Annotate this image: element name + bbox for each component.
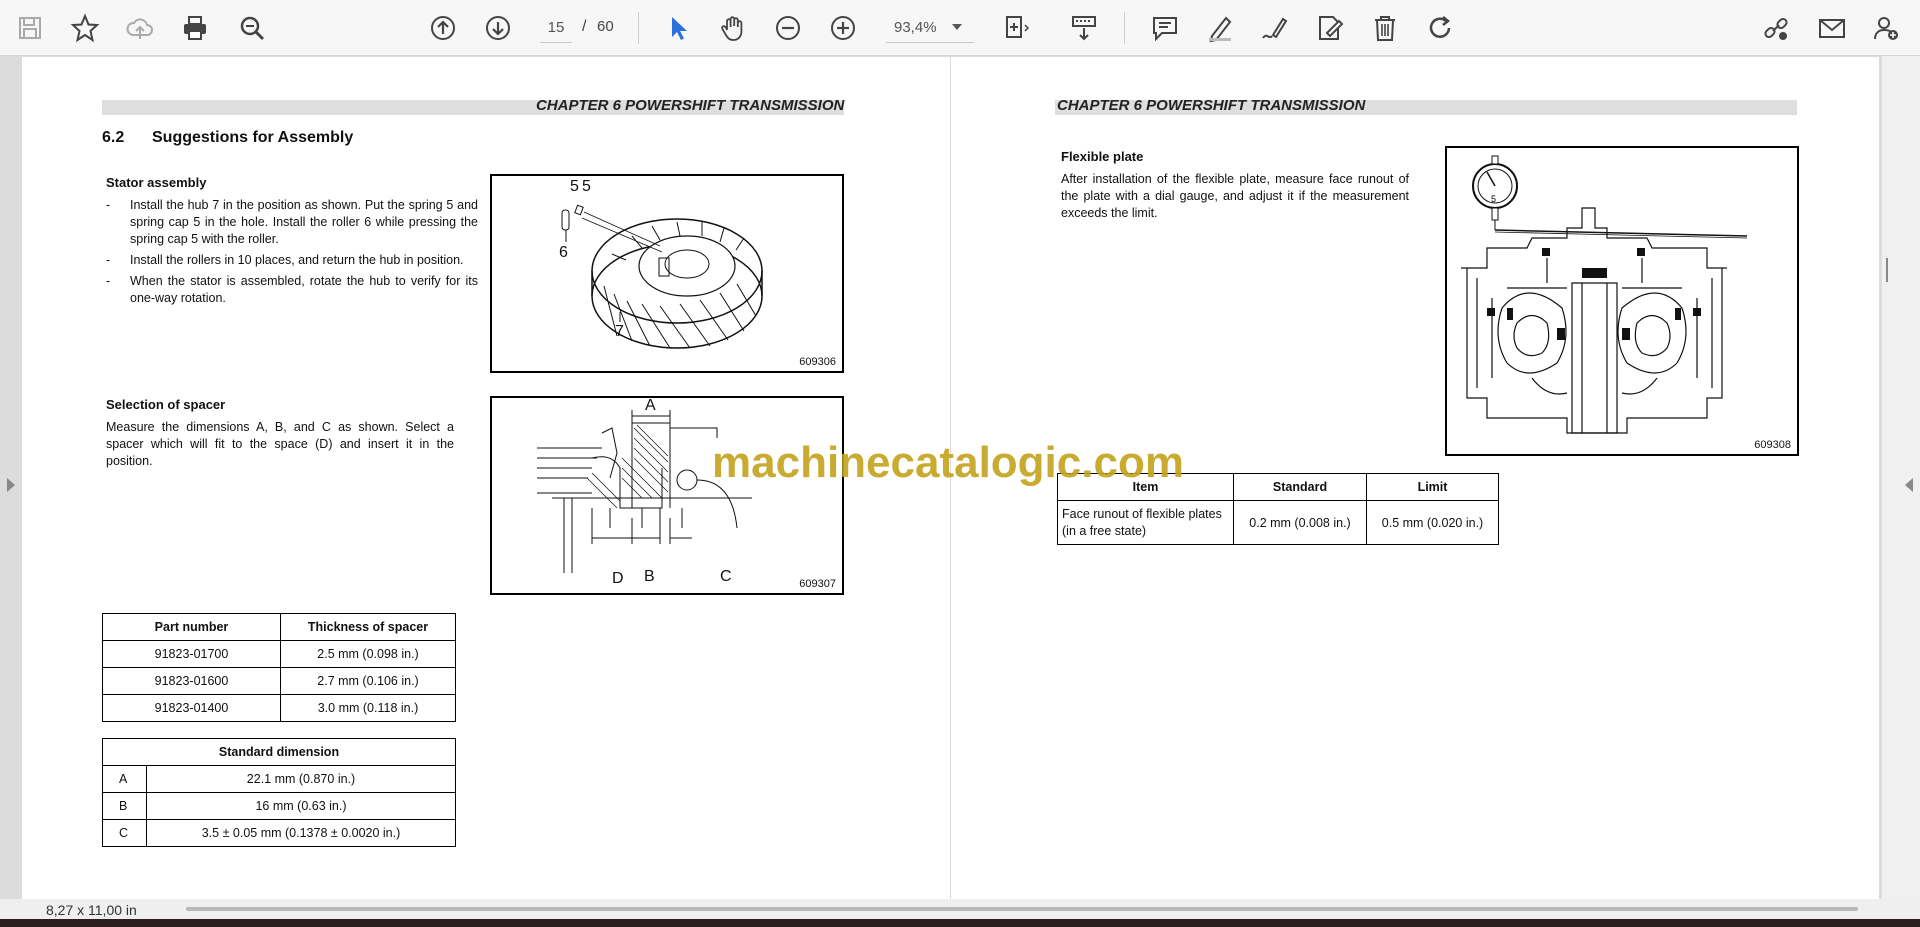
document-viewport[interactable]: CHAPTER 6 POWERSHIFT TRANSMISSION 6.2 Su… [0, 56, 1920, 899]
horizontal-scrollbar[interactable] [186, 907, 1858, 911]
dimension-table: Standard dimension A 22.1 mm (0.870 in.)… [102, 738, 456, 847]
vertical-scrollbar[interactable] [1882, 56, 1920, 899]
table-row: A 22.1 mm (0.870 in.) [102, 765, 456, 793]
cloud-upload-icon[interactable] [120, 8, 160, 48]
table-cell: 0.2 mm (0.008 in.) [1233, 500, 1367, 545]
spacer-drawing: A D B C [537, 397, 752, 587]
print-icon[interactable] [175, 8, 215, 48]
section-title: Suggestions for Assembly [152, 129, 354, 146]
stator-steps: Install the hub 7 in the position as sho… [104, 197, 478, 311]
chapter-header: CHAPTER 6 POWERSHIFT TRANSMISSION [536, 97, 845, 114]
stator-label-6: 6 [559, 244, 568, 261]
transmission-drawing: 5 [1461, 155, 1748, 434]
fit-page-icon[interactable] [997, 8, 1037, 48]
chevron-left-icon[interactable] [1905, 478, 1913, 492]
table-row: 91823-01700 2.5 mm (0.098 in.) [102, 640, 456, 668]
spacer-label-a: A [645, 398, 656, 414]
chevron-right-icon[interactable] [7, 478, 15, 492]
table-cell: 16 mm (0.63 in.) [146, 792, 456, 820]
table-row: 91823-01600 2.7 mm (0.106 in.) [102, 667, 456, 695]
page-size-label: 8,27 x 11,00 in [46, 902, 137, 918]
table-cell: 2.5 mm (0.098 in.) [280, 640, 456, 668]
zoom-search-icon[interactable] [232, 8, 272, 48]
table-row: Face runout of flexible plates (in a fre… [1057, 500, 1499, 545]
highlight-pen-icon[interactable] [1200, 8, 1240, 48]
stator-figure: 5 5 6 7 609306 [490, 174, 844, 373]
table-header: Limit [1366, 473, 1499, 501]
table-cell: Face runout of flexible plates (in a fre… [1057, 500, 1234, 545]
chevron-down-icon[interactable] [952, 24, 962, 30]
rotate-icon[interactable] [1420, 8, 1460, 48]
section-number: 6.2 [102, 129, 125, 146]
bookmark-star-icon[interactable] [65, 8, 105, 48]
keyboard-scroll-icon[interactable] [1064, 8, 1104, 48]
svg-text:5: 5 [1491, 194, 1496, 204]
table-header: Thickness of spacer [280, 613, 456, 641]
table-header: Standard dimension [102, 738, 456, 766]
table-cell: 91823-01600 [102, 667, 281, 695]
stator-label-5b: 5 [582, 178, 591, 195]
page-separator: / [582, 18, 587, 35]
comment-icon[interactable] [1145, 8, 1185, 48]
table-cell: 2.7 mm (0.106 in.) [280, 667, 456, 695]
zoom-level-value: 93,4% [894, 19, 937, 36]
stator-step: Install the rollers in 10 places, and re… [104, 252, 478, 269]
scrollbar-thumb[interactable] [1886, 258, 1888, 282]
flexible-plate-heading: Flexible plate [1061, 149, 1144, 164]
spacer-text: Measure the dimensions A, B, and C as sh… [106, 420, 454, 468]
stator-step: When the stator is assembled, rotate the… [104, 273, 478, 307]
window-bottom-edge [0, 919, 1920, 927]
table-header: Part number [102, 613, 281, 641]
email-icon[interactable] [1812, 8, 1852, 48]
edit-doc-icon[interactable] [1310, 8, 1350, 48]
figure-number: 609307 [799, 578, 836, 590]
sign-icon[interactable] [1255, 8, 1295, 48]
table-row: B 16 mm (0.63 in.) [102, 792, 456, 820]
share-link-icon[interactable] [1756, 8, 1796, 48]
page-total: 60 [597, 18, 614, 35]
figure-number: 609306 [799, 356, 836, 368]
table-cell: 3.0 mm (0.118 in.) [280, 694, 456, 722]
table-cell: A [102, 765, 147, 793]
zoom-in-icon[interactable] [823, 8, 863, 48]
spacer-heading: Selection of spacer [106, 397, 226, 412]
table-row: 91823-01400 3.0 mm (0.118 in.) [102, 694, 456, 722]
table-cell: C [102, 819, 147, 847]
page-down-icon[interactable] [478, 8, 518, 48]
cursor-select-icon[interactable] [658, 8, 698, 48]
stator-drawing: 5 5 6 7 [559, 178, 763, 349]
table-cell: 3.5 ± 0.05 mm (0.1378 ± 0.0020 in.) [146, 819, 456, 847]
stator-step: Install the hub 7 in the position as sho… [104, 197, 478, 248]
save-icon[interactable] [10, 8, 50, 48]
spacer-figure: A D B C 609307 [490, 396, 844, 595]
figure-number: 609308 [1754, 439, 1791, 451]
table-header: Standard [1233, 473, 1367, 501]
table-header-row: Standard dimension [102, 738, 456, 766]
table-cell: B [102, 792, 147, 820]
flexible-plate-figure: 5 609308 [1445, 146, 1799, 456]
spacer-table: Part number Thickness of spacer 91823-01… [102, 613, 456, 722]
stator-label-7: 7 [615, 323, 624, 340]
page-up-icon[interactable] [423, 8, 463, 48]
stator-heading: Stator assembly [106, 175, 207, 190]
flexible-plate-text: After installation of the flexible plate… [1061, 172, 1409, 220]
hand-pan-icon[interactable] [713, 8, 753, 48]
spacer-label-d: D [612, 570, 624, 587]
chapter-header: CHAPTER 6 POWERSHIFT TRANSMISSION [1057, 97, 1366, 114]
spacer-label-b: B [644, 568, 655, 585]
table-header-row: Part number Thickness of spacer [102, 613, 456, 641]
watermark-text: machinecatalogic.com [712, 438, 1184, 487]
toolbar: / 60 93,4% [0, 0, 1920, 56]
spacer-label-c: C [720, 568, 732, 585]
page-number-input[interactable] [540, 13, 572, 43]
zoom-out-icon[interactable] [768, 8, 808, 48]
table-cell: 22.1 mm (0.870 in.) [146, 765, 456, 793]
table-cell: 91823-01700 [102, 640, 281, 668]
delete-icon[interactable] [1365, 8, 1405, 48]
table-cell: 91823-01400 [102, 694, 281, 722]
table-cell: 0.5 mm (0.020 in.) [1366, 500, 1499, 545]
table-row: C 3.5 ± 0.05 mm (0.1378 ± 0.0020 in.) [102, 819, 456, 847]
add-user-icon[interactable] [1866, 8, 1906, 48]
stator-label-5a: 5 [570, 178, 579, 195]
